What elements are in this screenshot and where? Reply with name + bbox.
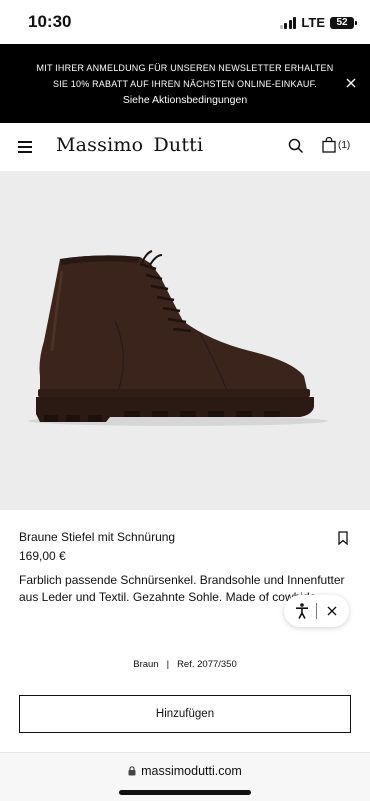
bookmark-icon[interactable] bbox=[338, 531, 348, 545]
browser-address-bar: massimodutti.com bbox=[0, 752, 370, 801]
lock-icon bbox=[128, 766, 136, 776]
accessibility-icon[interactable] bbox=[293, 602, 311, 620]
battery-level: 52 bbox=[336, 17, 348, 28]
add-to-cart-button[interactable]: Hinzufügen bbox=[19, 695, 351, 733]
promo-text-line2: SIE 10% RABATT AUF IHREN NÄCHSTEN ONLINE… bbox=[52, 79, 318, 89]
shopping-bag-button[interactable]: (1) bbox=[322, 137, 350, 153]
product-color: Braun bbox=[133, 659, 159, 670]
network-label: LTE bbox=[301, 15, 325, 30]
status-bar: 10:30 LTE 52 bbox=[0, 0, 370, 44]
search-icon[interactable] bbox=[288, 138, 304, 154]
status-time: 10:30 bbox=[28, 12, 72, 31]
promo-terms-link[interactable]: Siehe Aktionsbedingungen bbox=[0, 93, 370, 107]
product-meta: Braun | Ref. 2077/350 bbox=[0, 659, 370, 670]
product-price: 169,00 € bbox=[19, 549, 66, 563]
product-image[interactable] bbox=[0, 171, 370, 510]
brand-logo[interactable]: Massimo Dutti bbox=[56, 134, 203, 156]
newsletter-promo-banner: MIT IHRER ANMELDUNG FÜR UNSEREN NEWSLETT… bbox=[0, 44, 370, 123]
bag-count: (1) bbox=[338, 139, 351, 151]
close-icon[interactable] bbox=[344, 76, 358, 90]
close-icon[interactable] bbox=[326, 605, 338, 617]
url-bar[interactable]: massimodutti.com bbox=[0, 764, 370, 778]
signal-icon bbox=[279, 16, 297, 29]
product-name: Braune Stiefel mit Schnürung bbox=[19, 530, 176, 544]
home-indicator bbox=[119, 790, 251, 795]
promo-text-line1: MIT IHRER ANMELDUNG FÜR UNSEREN NEWSLETT… bbox=[36, 63, 334, 73]
site-header: Massimo Dutti (1) bbox=[0, 123, 370, 171]
brown-lace-up-boot-image bbox=[28, 250, 328, 426]
url-text: massimodutti.com bbox=[141, 764, 242, 778]
shopping-bag-icon bbox=[322, 137, 336, 153]
divider bbox=[316, 603, 317, 619]
status-indicators: LTE 52 bbox=[279, 15, 357, 30]
hamburger-menu-icon[interactable] bbox=[18, 141, 32, 153]
battery-icon: 52 bbox=[330, 16, 357, 29]
accessibility-widget bbox=[284, 595, 349, 627]
meta-separator: | bbox=[166, 659, 170, 670]
product-reference: Ref. 2077/350 bbox=[177, 659, 237, 670]
